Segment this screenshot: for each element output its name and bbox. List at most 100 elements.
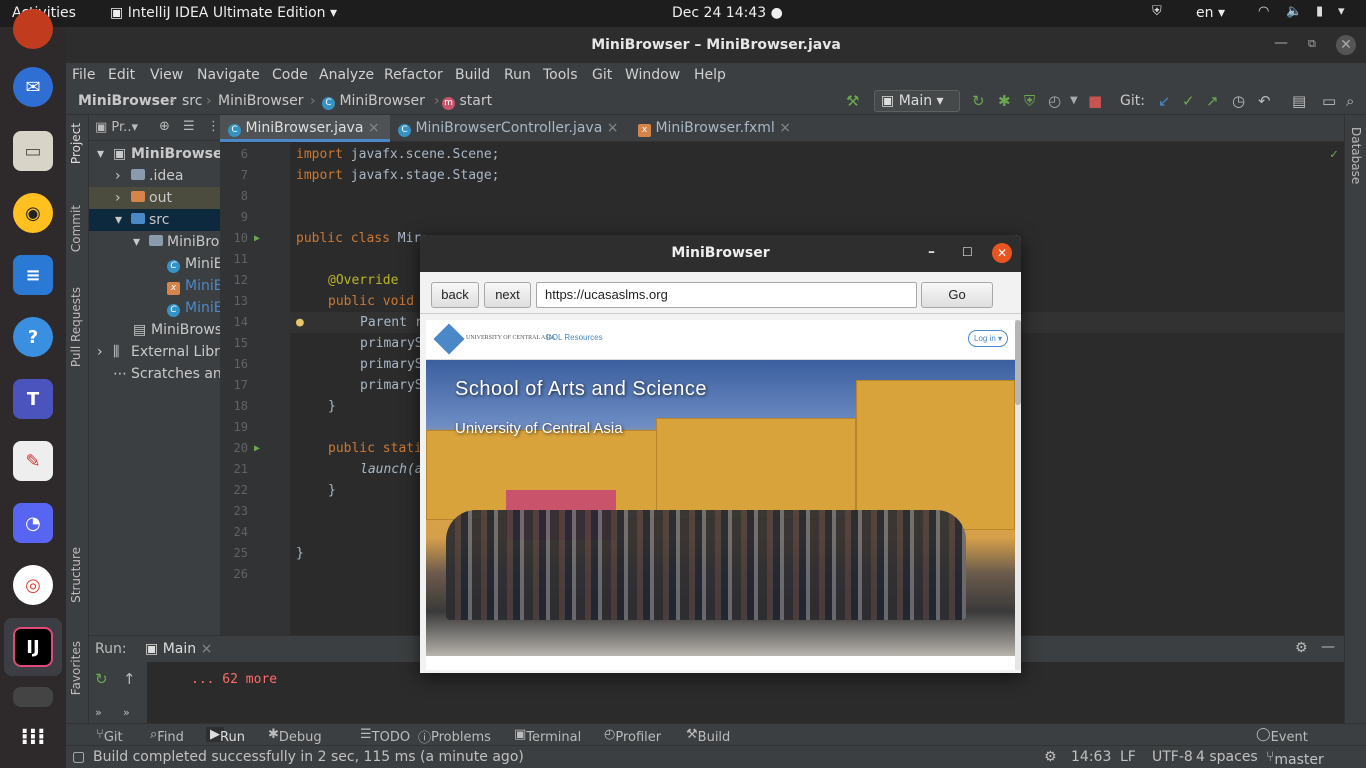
files-icon[interactable]: ▭	[13, 131, 53, 171]
tree-item-controller[interactable]: C MiniE	[89, 297, 220, 319]
terminal-icon[interactable]	[13, 687, 53, 707]
menu-navigate[interactable]: Navigate	[197, 67, 260, 83]
run-marker-icon[interactable]: ▶	[254, 443, 260, 454]
writer-icon[interactable]: ≡	[13, 255, 53, 295]
tab-controller-java[interactable]: C MiniBrowserController.java ×	[390, 115, 630, 142]
rerun-icon[interactable]: ↻	[972, 92, 985, 110]
tool-tab-pull-requests[interactable]: Pull Requests	[69, 287, 83, 367]
tool-problems[interactable]: ⓘ Problems	[418, 727, 491, 746]
scroll-up-icon[interactable]: ↑	[123, 670, 136, 688]
tool-tab-commit[interactable]: Commit	[69, 205, 83, 252]
line-separator[interactable]: LF	[1120, 749, 1136, 765]
app-menu[interactable]: ▣ IntelliJ IDEA Ultimate Edition ▾	[110, 5, 337, 21]
text-editor-icon[interactable]: ✎	[13, 441, 53, 481]
project-view-selector[interactable]: ▣ Pr..▾	[95, 120, 138, 135]
caret-position[interactable]: 14:63	[1071, 749, 1111, 765]
tree-item-iml[interactable]: ▤ MiniBrows	[89, 319, 220, 341]
language-indicator[interactable]: en ▾	[1196, 5, 1225, 21]
tree-item-fxml[interactable]: x MiniE	[89, 275, 220, 297]
expand-icon[interactable]: »	[123, 706, 130, 719]
expand-icon[interactable]: »	[95, 706, 102, 719]
shield-icon[interactable]: ⛨	[1152, 4, 1162, 19]
tab-minibrowser-fxml[interactable]: x MiniBrowser.fxml ×	[630, 115, 800, 142]
clock[interactable]: Dec 24 14:43 ●	[672, 5, 783, 21]
more-run-options-icon[interactable]: ▼	[1070, 95, 1078, 106]
menu-build[interactable]: Build	[455, 67, 490, 83]
firefox-icon[interactable]	[13, 9, 53, 49]
minimize-button[interactable]: —	[1274, 35, 1288, 51]
search-everywhere-icon[interactable]: ⌕	[1346, 92, 1354, 110]
close-button[interactable]: ✕	[992, 243, 1012, 263]
intellij-icon[interactable]: IJ	[13, 627, 53, 667]
menu-code[interactable]: Code	[272, 67, 308, 83]
coverage-icon[interactable]: ⛨	[1024, 92, 1035, 110]
project-structure-icon[interactable]: ▤	[1292, 92, 1306, 110]
lightbulb-icon[interactable]: ●	[296, 315, 304, 330]
show-apps-icon[interactable]: ⁝⁝⁝	[13, 717, 53, 757]
back-button[interactable]: back	[431, 282, 479, 308]
tree-item-package[interactable]: ▾ MiniBro	[89, 231, 220, 253]
close-tab-icon[interactable]: ×	[779, 120, 791, 136]
status-gear-icon[interactable]: ⚙	[1044, 749, 1057, 765]
tab-minibrowser-java[interactable]: C MiniBrowser.java ×	[220, 115, 390, 142]
no-problems-icon[interactable]: ✓	[1330, 147, 1338, 162]
run-tab-main[interactable]: ▣ Main ×	[145, 641, 212, 657]
git-rollback-icon[interactable]: ↶	[1258, 92, 1271, 110]
tool-debug[interactable]: ✱ Debug	[268, 727, 322, 745]
url-input[interactable]: https://ucasaslms.org	[536, 282, 917, 308]
tool-terminal[interactable]: ▣ Terminal	[514, 727, 581, 745]
tool-tab-structure[interactable]: Structure	[69, 547, 83, 603]
page-scrollbar[interactable]	[1015, 320, 1021, 670]
menu-run[interactable]: Run	[504, 67, 531, 83]
indent-setting[interactable]: 4 spaces	[1196, 749, 1258, 765]
scrollbar-thumb[interactable]	[1015, 320, 1021, 405]
git-history-icon[interactable]: ◷	[1232, 92, 1245, 110]
debug-icon[interactable]: ✱	[998, 92, 1011, 110]
tool-build[interactable]: ⚒ Build	[686, 727, 730, 745]
rerun-icon[interactable]: ↻	[95, 670, 108, 688]
tree-item-project-root[interactable]: ▾ ▣ MiniBrowser	[89, 143, 220, 165]
minimize-button[interactable]: –	[928, 244, 935, 260]
rhythmbox-icon[interactable]: ◉	[13, 193, 53, 233]
tree-item-src[interactable]: ▾ src	[89, 209, 220, 231]
discord-icon[interactable]: ◔	[13, 503, 53, 543]
status-panel-icon[interactable]: ▢	[72, 749, 85, 765]
git-update-icon[interactable]: ↙	[1158, 92, 1171, 110]
menu-window[interactable]: Window	[625, 67, 680, 83]
file-encoding[interactable]: UTF-8	[1152, 749, 1193, 765]
build-hammer-icon[interactable]: ⚒	[846, 92, 859, 110]
layout-icon[interactable]: ▭	[1322, 92, 1336, 110]
menu-git[interactable]: Git	[592, 67, 612, 83]
close-tab-icon[interactable]: ×	[368, 120, 380, 136]
tree-item-out[interactable]: › out	[89, 187, 220, 209]
teams-icon[interactable]: T	[13, 379, 53, 419]
breadcrumb-package[interactable]: MiniBrowser	[218, 93, 303, 109]
close-window-button[interactable]: ✕	[1336, 35, 1356, 55]
menu-help[interactable]: Help	[694, 67, 726, 83]
breadcrumb-project[interactable]: MiniBrowser	[78, 93, 176, 109]
go-button[interactable]: Go	[921, 282, 993, 308]
tool-tab-database[interactable]: Database	[1349, 127, 1363, 184]
git-branch[interactable]: ⑂ master	[1266, 749, 1324, 768]
battery-icon[interactable]: ▮	[1316, 4, 1323, 19]
breadcrumb-src[interactable]: src	[182, 93, 202, 109]
run-config-select[interactable]: ▣ Main ▾	[874, 90, 960, 112]
site-link[interactable]: DOL Resources	[546, 333, 603, 342]
close-tab-icon[interactable]: ×	[201, 641, 213, 657]
tool-run[interactable]: ▶ Run	[206, 727, 245, 745]
git-commit-icon[interactable]: ✓	[1182, 92, 1195, 110]
next-button[interactable]: next	[484, 282, 531, 308]
menu-tools[interactable]: Tools	[543, 67, 578, 83]
tool-tab-favorites[interactable]: Favorites	[69, 641, 83, 695]
menu-edit[interactable]: Edit	[108, 67, 135, 83]
volume-icon[interactable]: 🔈	[1286, 4, 1302, 19]
tool-todo[interactable]: ☰ TODO	[360, 727, 410, 745]
login-button[interactable]: Log in ▾	[968, 330, 1009, 347]
breadcrumb-method[interactable]: m start	[442, 93, 492, 110]
tree-item-class[interactable]: C MiniE	[89, 253, 220, 275]
settings-gear-icon[interactable]: ⚙	[1295, 640, 1308, 656]
system-menu-icon[interactable]: ▾	[1338, 4, 1345, 19]
menu-file[interactable]: File	[72, 67, 95, 83]
stop-icon[interactable]: ■	[1088, 92, 1102, 110]
maximize-button[interactable]: ☐	[962, 245, 973, 259]
